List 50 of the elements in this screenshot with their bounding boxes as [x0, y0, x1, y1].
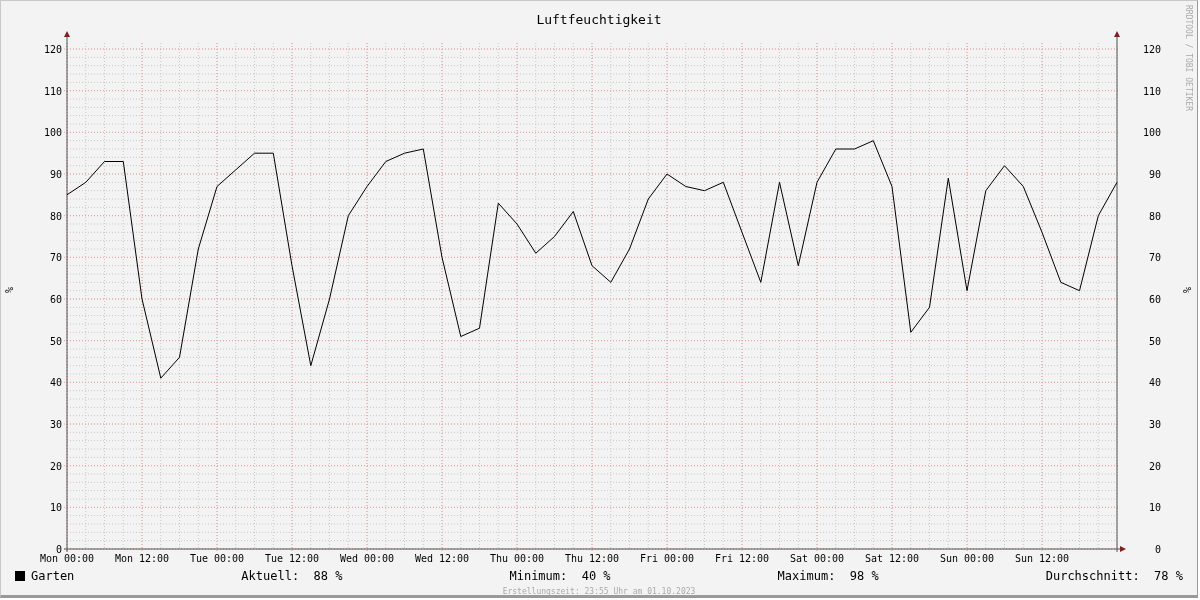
- x-tick-label: Sat 00:00: [789, 553, 845, 564]
- y-tick-label: 10: [49, 502, 62, 514]
- x-tick-label: Fri 00:00: [639, 553, 695, 564]
- y-tick-label: 60: [49, 294, 62, 305]
- y-tick-label: 120: [1142, 44, 1161, 55]
- y-axis-label: %: [4, 287, 15, 293]
- credit-text: RRDTOOL / TOBI OETIKER: [1183, 5, 1193, 111]
- y-tick-label: 80: [49, 210, 62, 222]
- creation-time-text: Erstellungszeit: 23:55 Uhr am 01.10.2023: [502, 587, 696, 595]
- y-tick-label: 70: [49, 252, 62, 264]
- x-tick-label: Mon 12:00: [114, 553, 170, 564]
- y-tick-label: 70: [1148, 252, 1161, 264]
- y-tick-label: 30: [1148, 419, 1161, 430]
- y-tick-label: 60: [1148, 294, 1161, 305]
- graph-title: Luftfeuchtigkeit: [536, 11, 662, 28]
- y-tick-label: 20: [49, 460, 62, 472]
- stat-text: Minimum: 40 %: [509, 569, 611, 583]
- y-tick-label: 120: [43, 44, 62, 55]
- y-tick-label: 0: [1154, 544, 1161, 555]
- y-tick-label: 110: [1142, 85, 1161, 97]
- y-tick-label: 20: [1148, 460, 1161, 472]
- y-tick-label: 90: [49, 169, 62, 180]
- x-tick-label: Mon 00:00: [39, 553, 95, 564]
- y-tick-label: 50: [49, 335, 62, 347]
- legend-label: Garten: [31, 569, 75, 583]
- y-tick-label: 40: [49, 377, 62, 389]
- stat-text: Maximum: 98 %: [777, 569, 879, 583]
- y-tick-label: 100: [43, 127, 62, 139]
- y-tick-label: 100: [1142, 127, 1161, 139]
- x-tick-label: Tue 00:00: [189, 553, 245, 564]
- y-tick-label: 40: [1148, 377, 1161, 389]
- y-tick-label: 50: [1148, 335, 1161, 347]
- x-tick-label: Sun 00:00: [939, 553, 995, 564]
- x-tick-label: Wed 00:00: [339, 553, 395, 564]
- y-tick-label: 0: [55, 544, 62, 555]
- x-tick-label: Wed 12:00: [414, 553, 470, 564]
- x-tick-label: Thu 12:00: [564, 553, 620, 564]
- y-tick-label: 10: [1148, 502, 1161, 514]
- y-tick-label: 110: [43, 85, 62, 97]
- x-tick-label: Sat 12:00: [864, 553, 920, 564]
- x-tick-label: Fri 12:00: [714, 553, 770, 564]
- x-tick-label: Thu 00:00: [489, 553, 545, 564]
- y-tick-label: 80: [1148, 210, 1161, 222]
- stat-text: Aktuell: 88 %: [241, 569, 343, 583]
- x-tick-label: Sun 12:00: [1014, 553, 1070, 564]
- y-tick-label: 90: [1148, 169, 1161, 180]
- stat-text: Durchschnitt: 78 %: [1045, 569, 1183, 583]
- y-tick-label: 30: [49, 419, 62, 430]
- x-tick-label: Tue 12:00: [264, 553, 320, 564]
- y-axis-label: %: [1182, 287, 1193, 293]
